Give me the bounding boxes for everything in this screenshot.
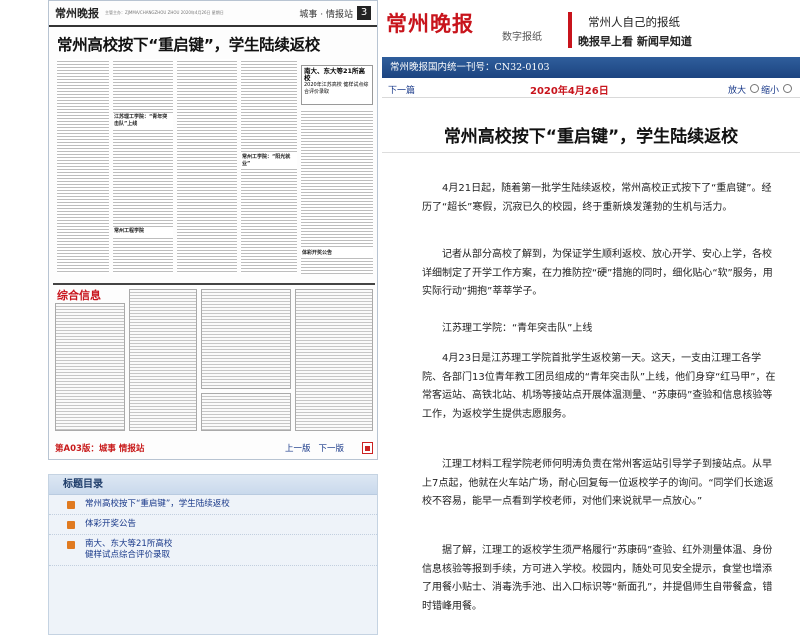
paper-logo: 常州晚报 <box>55 7 99 20</box>
paper-subhead: 江苏理工学院：“青年突击队”上线 <box>113 113 173 129</box>
paper-section-label: 城事 · 情报站 <box>299 9 353 20</box>
ad-block <box>55 303 125 431</box>
title-divider <box>382 152 800 153</box>
bullet-icon <box>67 501 75 509</box>
paper-masthead: 常州晚报 主管主办：ZJMMA/CHANGZHOU ZHOU 2020年4月26… <box>49 1 377 27</box>
ad-block <box>201 289 291 389</box>
paper-footer: 第A03版：城事 情报站 上一版 下一版 <box>55 441 373 455</box>
paper-text-column[interactable] <box>113 59 173 274</box>
article-paragraph: 江理工材料工程学院老师何明涛负责在常州客运站引导学子到接站点。从早上7点起，他就… <box>422 459 774 507</box>
article-paragraph: 记者从部分高校了解到，为保证学生顺利返校、放心开学、安心上学，各校详细制定了开学… <box>422 249 773 297</box>
next-article-link[interactable]: 下一篇 <box>388 83 415 96</box>
zoom-out-button[interactable]: 缩小 <box>761 83 779 96</box>
side-story-title: 南大、东大等21所高校 <box>304 67 366 82</box>
side-story-text: 2020年江苏高校 健样试点综合评价录取 <box>304 82 369 95</box>
slogan-line2: 晚报早上看 新闻早知道 <box>578 35 692 48</box>
bullet-icon <box>67 541 75 549</box>
article-subheading: 江苏理工学院：“青年突击队”上线 <box>442 323 593 334</box>
next-page-link[interactable]: 下一版 <box>318 442 344 454</box>
page-label: 第A03版：城事 情报站 <box>55 444 145 454</box>
toc-item[interactable]: 南大、东大等21所高校 健样试点综合评价录取 <box>49 535 377 566</box>
paper-headline[interactable]: 常州高校按下“重启键”，学生陆续返校 <box>57 33 320 55</box>
publication-info-bar: 常州晚报国内统一刊号：CN32-0103 <box>382 57 800 78</box>
zoom-in-button[interactable]: 放大 <box>728 83 746 96</box>
newspaper-page-image[interactable]: 常州晚报 主管主办：ZJMMA/CHANGZHOU ZHOU 2020年4月26… <box>48 0 378 460</box>
toc-item[interactable]: 体彩开奖公告 <box>49 515 377 535</box>
paper-side-story[interactable]: 南大、东大等21所高校 2020年江苏高校 健样试点综合评价录取 <box>301 65 373 105</box>
zoom-out-icon[interactable] <box>783 84 792 93</box>
toc-panel: 标题目录 常州高校按下“重启键”，学生陆续返校 体彩开奖公告 南大、东大等21所… <box>48 474 378 635</box>
toc-title: 标题目录 <box>49 475 377 495</box>
site-logo-subtitle: 数字报纸 <box>502 32 542 43</box>
issue-date: 2020年4月26日 <box>530 86 609 97</box>
bullet-icon <box>67 521 75 529</box>
pdf-icon[interactable] <box>362 442 373 454</box>
article-paragraph: 4月21日起，随着第一批学生陆续返校，常州高校正式按下了“重启键”。经历了“超长… <box>422 183 772 213</box>
ad-block <box>201 393 291 431</box>
article-body: 常州高校按下“重启键”，学生陆续返校 4月21日起，随着第一批学生陆续返校，常州… <box>382 100 800 635</box>
prev-page-link[interactable]: 上一版 <box>285 442 311 454</box>
site-logo[interactable]: 常州晚报 <box>386 8 474 38</box>
toc-item-label: 南大、东大等21所高校 健样试点综合评价录取 <box>85 539 173 560</box>
paper-subhead: 常州工程学院 <box>113 227 173 236</box>
ad-block <box>129 289 197 431</box>
toc-item-label: 常州高校按下“重启键”，学生陆续返校 <box>85 499 230 509</box>
zoom-in-icon[interactable] <box>750 84 759 93</box>
article-paragraph: 据了解，江理工的返校学生须严格履行“苏康码”查验、红外测量体温、身份信息核验等报… <box>422 545 773 612</box>
ad-block <box>295 289 373 431</box>
paper-text-column[interactable] <box>57 59 109 274</box>
paper-subhead: 常州工学院：“阳光就业” <box>241 153 297 169</box>
slogan-divider <box>568 12 572 48</box>
article-title: 常州高校按下“重启键”，学生陆续返校 <box>443 127 739 147</box>
slogan-line1: 常州人自己的报纸 <box>588 15 680 29</box>
article-paragraph: 4月23日是江苏理工学院首批学生返校第一天。这天，一支由江理工各学院、各部门13… <box>422 353 776 420</box>
article-nav-bar: 下一篇 2020年4月26日 放大 缩小 <box>382 80 800 98</box>
toc-item[interactable]: 常州高校按下“重启键”，学生陆续返校 <box>49 495 377 515</box>
paper-head-info: 主管主办：ZJMMA/CHANGZHOU ZHOU 2020年4月26日 星期日 <box>105 10 224 15</box>
site-header: 常州晚报 数字报纸 常州人自己的报纸 晚报早上看 新闻早知道 <box>382 0 800 57</box>
paper-text-column[interactable] <box>177 59 237 274</box>
ad-section-title: 综合信息 <box>57 289 101 302</box>
toc-item-label: 体彩开奖公告 <box>85 519 137 529</box>
paper-page-number: 3 <box>357 6 371 20</box>
paper-ad-section: 综合信息 <box>53 283 375 433</box>
paper-subhead: 体彩开奖公告 <box>301 249 373 258</box>
